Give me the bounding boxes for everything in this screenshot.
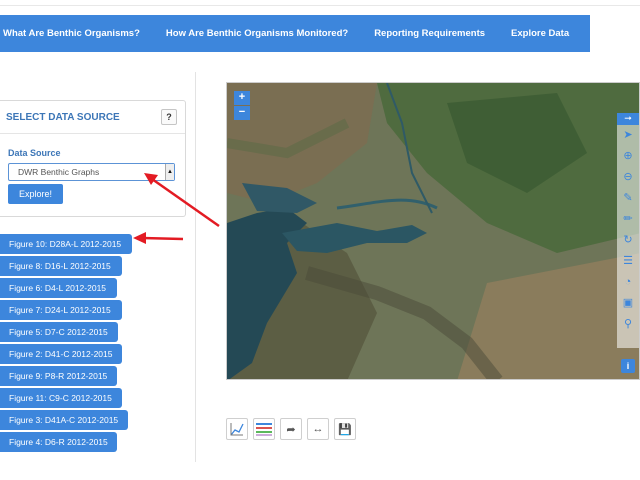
data-source-panel: SELECT DATA SOURCE ? Data Source DWR Ben…	[0, 100, 186, 217]
map-toolbar: ➞ ➤ ⊕ ⊖ ✎ ✏ ↻ ☰ ◔ ▣ ⚲	[617, 113, 639, 348]
refresh-icon[interactable]: ↻	[617, 230, 639, 251]
top-border	[0, 0, 640, 6]
chart-toolbar: ➦ ↔ 💾	[226, 418, 356, 440]
arrow-right-icon[interactable]: ➞	[617, 113, 639, 125]
layers-icon[interactable]: ☰	[617, 251, 639, 272]
figure-button-6[interactable]: Figure 6: D4-L 2012-2015	[0, 278, 117, 298]
nav-metadata[interactable]: Metadata	[582, 28, 640, 39]
zoom-controls: + −	[234, 91, 250, 121]
clock-icon[interactable]: ◔	[617, 272, 639, 293]
panel-divider	[0, 133, 185, 134]
data-source-select[interactable]: DWR Benthic Graphs ▲	[8, 163, 175, 181]
save-icon[interactable]: 💾	[334, 418, 356, 440]
red-annotation-arrow	[141, 236, 184, 241]
figure-button-3[interactable]: Figure 3: D41A-C 2012-2015	[0, 410, 128, 430]
figure-button-5[interactable]: Figure 5: D7-C 2012-2015	[0, 322, 118, 342]
zoom-out-icon[interactable]: ⊖	[617, 167, 639, 188]
redo-icon[interactable]: ➦	[280, 418, 302, 440]
explore-button[interactable]: Explore!	[8, 184, 63, 204]
zoom-in-icon[interactable]: ⊕	[617, 146, 639, 167]
figure-button-8[interactable]: Figure 8: D16-L 2012-2015	[0, 256, 122, 276]
nav-what-are-benthic[interactable]: What Are Benthic Organisms?	[0, 28, 153, 39]
figure-button-10[interactable]: Figure 10: D28A-L 2012-2015	[0, 234, 132, 254]
sidebar-divider	[195, 72, 196, 462]
pencil-icon[interactable]: ✏	[617, 209, 639, 230]
satellite-imagery	[227, 83, 639, 379]
ruler-icon[interactable]: ✎	[617, 188, 639, 209]
main-navigation: What Are Benthic Organisms? How Are Bent…	[0, 15, 636, 52]
nav-explore-data[interactable]: Explore Data	[498, 28, 582, 39]
help-button[interactable]: ?	[161, 109, 177, 125]
nav-how-monitored[interactable]: How Are Benthic Organisms Monitored?	[153, 28, 361, 39]
data-source-label: Data Source	[8, 148, 61, 158]
pointer-icon[interactable]: ➤	[617, 125, 639, 146]
search-icon[interactable]: ⚲	[617, 314, 639, 335]
arrowhead	[133, 232, 146, 244]
fullscreen-icon[interactable]: ▣	[617, 293, 639, 314]
figure-button-11[interactable]: Figure 11: C9-C 2012-2015	[0, 388, 122, 408]
figure-button-2[interactable]: Figure 2: D41-C 2012-2015	[0, 344, 122, 364]
chevron-down-icon[interactable]: ▲	[165, 164, 174, 180]
zoom-in-button[interactable]: +	[234, 91, 250, 105]
resize-icon[interactable]: ↔	[307, 418, 329, 440]
zoom-out-button[interactable]: −	[234, 106, 250, 120]
info-button[interactable]: i	[621, 359, 635, 373]
figure-button-9[interactable]: Figure 9: P8-R 2012-2015	[0, 366, 117, 386]
figure-button-4[interactable]: Figure 4: D6-R 2012-2015	[0, 432, 117, 452]
line-chart-icon[interactable]	[253, 418, 275, 440]
map-view[interactable]: + − ➞ ➤ ⊕ ⊖ ✎ ✏ ↻ ☰ ◔ ▣ ⚲ i	[226, 82, 640, 380]
panel-title: SELECT DATA SOURCE	[6, 112, 120, 123]
scatter-plot-icon[interactable]	[226, 418, 248, 440]
nav-reporting-requirements[interactable]: Reporting Requirements	[361, 28, 498, 39]
figure-button-7[interactable]: Figure 7: D24-L 2012-2015	[0, 300, 122, 320]
selected-value: DWR Benthic Graphs	[18, 167, 100, 177]
